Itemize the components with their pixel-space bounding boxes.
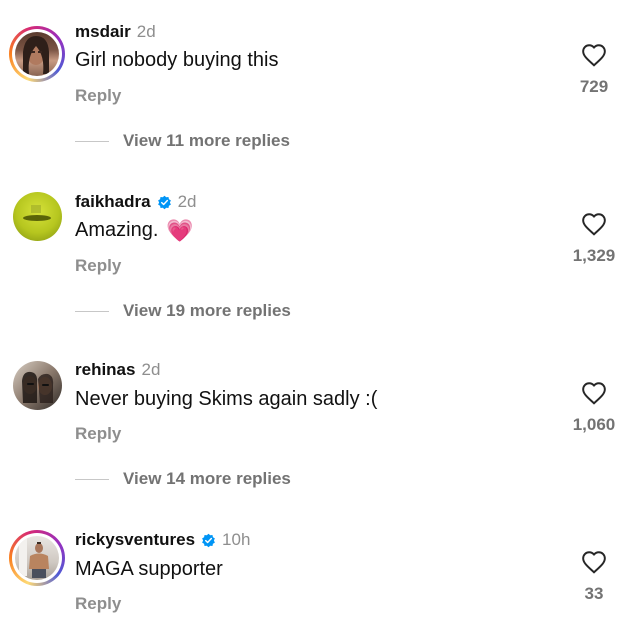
- comment-text: Never buying Skims again sadly :(: [75, 388, 377, 411]
- reply-button[interactable]: Reply: [75, 424, 121, 444]
- divider-line: [75, 140, 109, 142]
- comment-text: Girl nobody buying this: [75, 49, 278, 72]
- avatar: [15, 32, 59, 76]
- comment-header: msdair 2d: [75, 22, 156, 42]
- reply-button[interactable]: Reply: [75, 256, 121, 276]
- comment-header: rehinas 2d: [75, 360, 160, 380]
- avatar-image: [13, 361, 62, 410]
- like-count: 1,060: [572, 415, 616, 434]
- comment-body: Amazing.: [75, 219, 159, 241]
- like-control: 33: [564, 550, 617, 604]
- username-link[interactable]: faikhadra: [75, 192, 151, 212]
- like-control: 1,329: [564, 212, 617, 266]
- view-more-replies[interactable]: View 19 more replies: [75, 301, 291, 321]
- comment-body: MAGA supporter: [75, 558, 223, 580]
- comment-time: 2d: [141, 360, 161, 379]
- view-more-label[interactable]: View 14 more replies: [123, 469, 291, 489]
- heart-icon[interactable]: [581, 550, 607, 574]
- heart-icon[interactable]: [581, 43, 607, 67]
- verified-badge-icon: [157, 195, 171, 209]
- avatar: [15, 536, 59, 580]
- comment-header: faikhadra 2d: [75, 192, 197, 212]
- divider-line: [75, 310, 109, 312]
- like-count: 729: [579, 77, 609, 96]
- heart-icon[interactable]: [581, 212, 607, 236]
- avatar-image: [13, 192, 62, 241]
- comment-time: 2d: [136, 22, 156, 41]
- comment-time: 10h: [222, 530, 251, 549]
- view-more-label[interactable]: View 11 more replies: [123, 131, 290, 151]
- like-count: 1,329: [572, 246, 616, 265]
- username-link[interactable]: msdair: [75, 22, 131, 42]
- reply-button[interactable]: Reply: [75, 86, 121, 106]
- like-count: 33: [584, 584, 604, 603]
- story-ring[interactable]: [9, 26, 65, 82]
- view-more-replies[interactable]: View 11 more replies: [75, 131, 290, 151]
- comment-body: Girl nobody buying this: [75, 49, 279, 71]
- like-control: 729: [564, 43, 617, 97]
- comment-text: Amazing. 💗: [75, 219, 194, 242]
- like-control: 1,060: [564, 381, 617, 435]
- divider-line: [75, 478, 109, 480]
- comment-header: rickysventures 10h: [75, 530, 250, 550]
- pink-heart-emoji: 💗: [166, 217, 194, 243]
- view-more-label[interactable]: View 19 more replies: [123, 301, 291, 321]
- avatar[interactable]: [13, 192, 62, 241]
- comment-time: 2d: [177, 192, 197, 211]
- story-ring[interactable]: [9, 530, 65, 586]
- username-link[interactable]: rickysventures: [75, 530, 195, 550]
- reply-button[interactable]: Reply: [75, 594, 121, 614]
- comment-text: MAGA supporter: [75, 558, 223, 581]
- username-link[interactable]: rehinas: [75, 360, 135, 380]
- comment-body: Never buying Skims again sadly :(: [75, 388, 378, 410]
- verified-badge-icon: [202, 533, 215, 547]
- avatar[interactable]: [13, 361, 62, 410]
- view-more-replies[interactable]: View 14 more replies: [75, 469, 291, 489]
- heart-icon[interactable]: [581, 381, 607, 405]
